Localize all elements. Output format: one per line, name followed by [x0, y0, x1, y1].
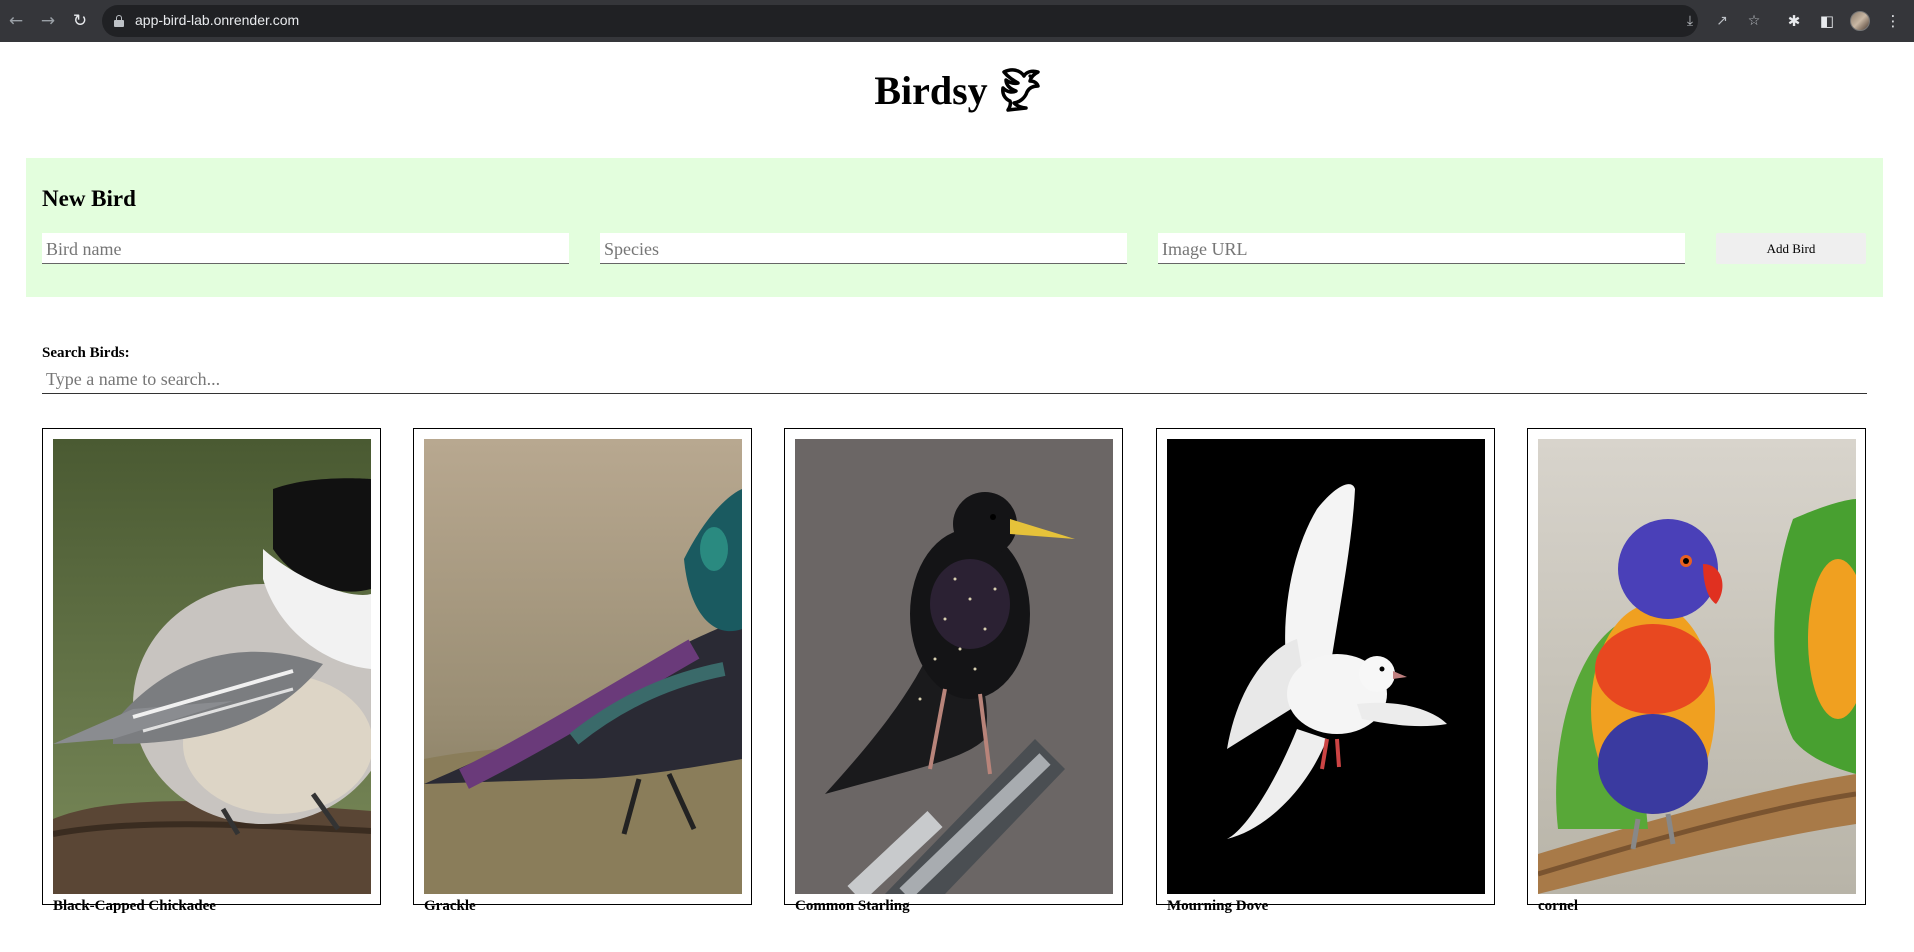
bookmark-star-icon[interactable]: ☆ [1742, 9, 1766, 33]
bird-card-name: Mourning Dove [1167, 898, 1269, 914]
add-bird-button[interactable]: Add Bird [1716, 233, 1866, 264]
profile-avatar[interactable] [1850, 11, 1870, 31]
search-label: Search Birds: [42, 345, 130, 361]
site-title-text: Birdsy [874, 68, 988, 113]
address-bar[interactable]: app-bird-lab.onrender.com ⤓ ↗ ☆ [102, 5, 1760, 37]
forward-arrow-icon[interactable]: → [36, 9, 60, 33]
bird-card[interactable] [1527, 428, 1866, 905]
back-arrow-icon[interactable]: ← [4, 9, 28, 33]
page-title: Birdsy [0, 66, 1914, 114]
lock-icon[interactable] [114, 15, 124, 27]
bird-card[interactable] [42, 428, 381, 905]
bird-card[interactable] [413, 428, 752, 905]
image-url-input[interactable] [1158, 233, 1685, 264]
bird-card-name: cornel [1538, 898, 1578, 914]
extensions-puzzle-icon[interactable]: ✱ [1782, 9, 1806, 33]
bird-photo [795, 439, 1113, 894]
bird-logo-icon [1000, 68, 1040, 112]
bird-card-name: Grackle [424, 898, 476, 914]
browser-toolbar: ← → ↻ app-bird-lab.onrender.com ⤓ ↗ ☆ ✱ … [0, 0, 1914, 42]
new-bird-form: New Bird Add Bird [26, 158, 1883, 297]
install-app-icon[interactable]: ⤓ [1678, 9, 1702, 33]
bird-card[interactable] [1156, 428, 1495, 905]
bird-card-name: Black-Capped Chickadee [53, 898, 216, 914]
side-panel-icon[interactable]: ◧ [1815, 9, 1839, 33]
form-heading: New Bird [42, 186, 136, 211]
address-url[interactable]: app-bird-lab.onrender.com [135, 12, 299, 28]
reload-icon[interactable]: ↻ [68, 9, 92, 33]
bird-photo [1538, 439, 1856, 894]
share-icon[interactable]: ↗ [1710, 9, 1734, 33]
search-input[interactable] [42, 363, 1867, 394]
bird-photo [53, 439, 371, 894]
bird-card[interactable] [784, 428, 1123, 905]
species-input[interactable] [600, 233, 1127, 264]
bird-card-name: Common Starling [795, 898, 910, 914]
bird-name-input[interactable] [42, 233, 569, 264]
bird-photo [1167, 439, 1485, 894]
menu-kebab-icon[interactable]: ⋮ [1881, 9, 1905, 33]
bird-photo [424, 439, 742, 894]
